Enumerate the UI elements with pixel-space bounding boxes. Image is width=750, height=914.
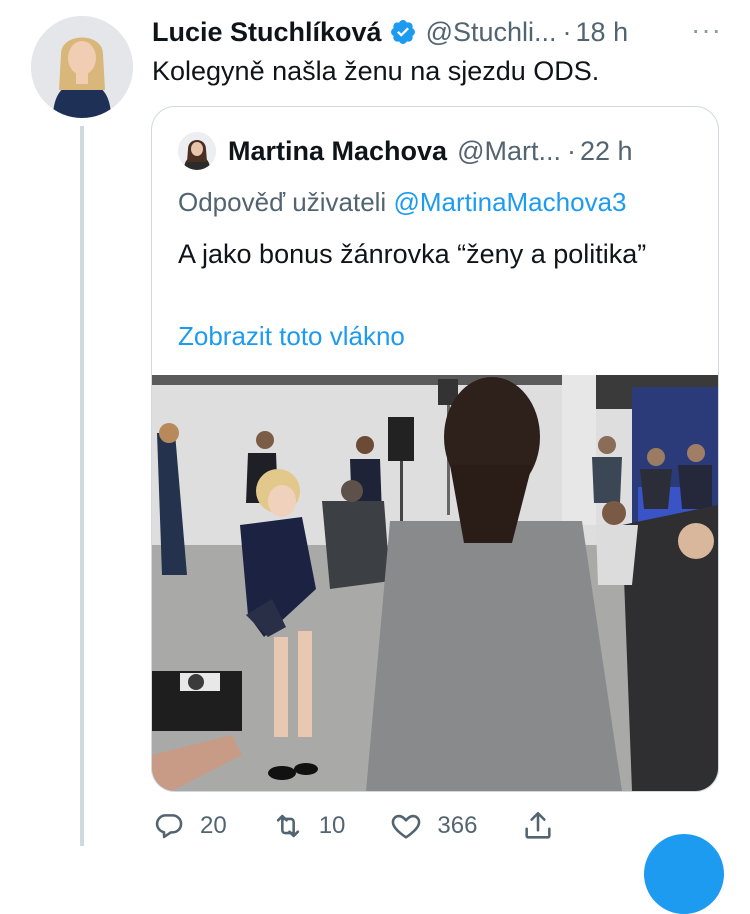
reply-context: Odpověď uživateli @MartinaMachova3 [178,187,627,218]
tweet-timestamp[interactable]: 18 h [576,17,629,48]
retweet-count: 10 [318,812,346,839]
quoted-tweet-photo[interactable] [152,375,718,791]
quoted-timestamp[interactable]: 22 h [580,136,633,167]
time-separator: · [562,16,572,47]
retweet-button[interactable]: 10 [271,809,346,843]
reply-to-link[interactable]: @MartinaMachova3 [393,187,626,217]
quoted-author-handle[interactable]: @Mart... [457,136,561,167]
quoted-tweet-header: Martina Machova @Mart... · 22 h [178,131,633,171]
reply-button[interactable]: 20 [152,809,227,843]
quoted-tweet-card[interactable]: Martina Machova @Mart... · 22 h Odpověď … [151,106,719,792]
author-handle[interactable]: @Stuchli... [426,17,557,48]
tweet-text: Kolegyně našla ženu na sjezdu ODS. [152,56,600,86]
heart-icon [392,814,421,839]
quoted-author-name[interactable]: Martina Machova [228,136,447,167]
compose-tweet-button[interactable] [644,834,724,914]
thread-line [80,126,84,846]
reply-prefix: Odpověď uživateli [178,187,387,217]
like-count: 366 [437,812,478,839]
tweet-header: Lucie Stuchlíková @Stuchli... · 18 h ··· [152,14,730,50]
quoted-time-separator: · [566,135,576,166]
reply-count: 20 [200,812,227,839]
like-button[interactable]: 366 [389,809,477,843]
verified-badge-icon [389,18,417,46]
tweet-actions: 20 10 366 [152,806,555,846]
share-icon [525,811,552,839]
author-avatar[interactable] [31,16,133,118]
quoted-author-avatar[interactable] [178,132,216,170]
retweet-icon [276,814,299,838]
more-horizontal-icon[interactable]: ··· [691,14,722,46]
quoted-tweet-text: A jako bonus žánrovka “ženy a politika” [178,239,647,269]
author-avatar-image [31,16,133,118]
reply-bubble-icon [155,814,183,839]
show-thread-link[interactable]: Zobrazit toto vlákno [178,321,405,352]
author-name[interactable]: Lucie Stuchlíková [152,17,382,48]
share-button[interactable] [521,809,555,843]
